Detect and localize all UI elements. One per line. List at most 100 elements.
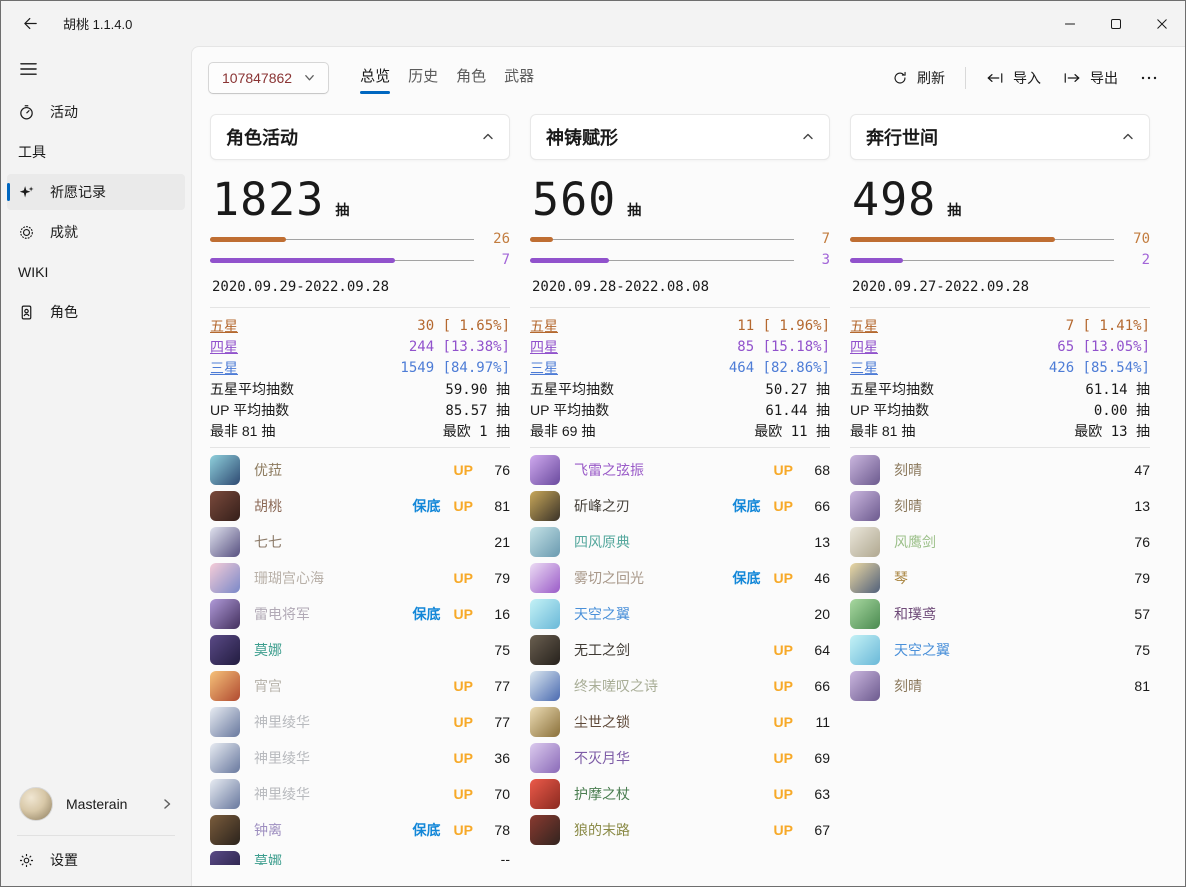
- import-button[interactable]: 导入: [975, 61, 1052, 95]
- item-avatar: [850, 671, 880, 701]
- list-item[interactable]: 神里绫华UP36: [210, 740, 510, 776]
- list-item[interactable]: 珊瑚宫心海UP79: [210, 560, 510, 596]
- list-item[interactable]: 风鹰剑76: [850, 524, 1150, 560]
- item-avatar: [850, 563, 880, 593]
- list-item[interactable]: 莫娜--: [210, 848, 510, 865]
- pulls-unit: 抽: [947, 200, 961, 220]
- list-item[interactable]: 和璞鸢57: [850, 596, 1150, 632]
- list-item[interactable]: 琴79: [850, 560, 1150, 596]
- maximize-icon: [1107, 15, 1125, 33]
- list-item[interactable]: 飞雷之弦振UP68: [530, 452, 830, 488]
- list-item[interactable]: 天空之翼75: [850, 632, 1150, 668]
- item-pull-count: 81: [486, 498, 510, 514]
- maximize-button[interactable]: [1093, 1, 1139, 46]
- star5-link[interactable]: 五星: [210, 316, 238, 336]
- star3-link[interactable]: 三星: [530, 358, 558, 378]
- list-item[interactable]: 尘世之锁UP11: [530, 704, 830, 740]
- up-badge: UP: [454, 822, 473, 838]
- close-button[interactable]: [1139, 1, 1185, 46]
- list-item[interactable]: 胡桃保底UP81: [210, 488, 510, 524]
- guarantee-badge: 保底: [733, 568, 761, 588]
- tab-characters[interactable]: 角色: [447, 57, 495, 98]
- chevron-right-icon: [161, 798, 173, 810]
- item-avatar: [530, 635, 560, 665]
- item-pull-count: 66: [806, 678, 830, 694]
- item-name: 天空之翼: [574, 604, 793, 624]
- star3-link[interactable]: 三星: [850, 358, 878, 378]
- star4-link[interactable]: 四星: [530, 337, 558, 357]
- tab-overview[interactable]: 总览: [351, 57, 399, 98]
- progress-track: [530, 260, 794, 261]
- sidebar-item-characters[interactable]: 角色: [7, 294, 185, 330]
- list-item[interactable]: 宵宫UP77: [210, 668, 510, 704]
- sidebar-item-settings[interactable]: 设置: [7, 840, 185, 880]
- pity5-progress: 26: [210, 230, 510, 248]
- item-avatar: [530, 743, 560, 773]
- list-item[interactable]: 优菈UP76: [210, 452, 510, 488]
- sidebar-item-achievements[interactable]: 成就: [7, 214, 185, 250]
- list-item[interactable]: 终末嗟叹之诗UP66: [530, 668, 830, 704]
- uid-value: 107847862: [222, 70, 292, 86]
- pity4-progress: 2: [850, 251, 1150, 269]
- star5-link[interactable]: 五星: [530, 316, 558, 336]
- list-item[interactable]: 刻晴13: [850, 488, 1150, 524]
- banner-expander-header[interactable]: 角色活动: [210, 114, 510, 160]
- list-item[interactable]: 不灭月华UP69: [530, 740, 830, 776]
- worst-pull-label: 最非 69 抽: [530, 421, 595, 441]
- hamburger-menu-button[interactable]: [9, 52, 47, 86]
- item-avatar: [530, 707, 560, 737]
- item-name: 神里绫华: [254, 712, 441, 732]
- uid-dropdown[interactable]: 107847862: [208, 62, 329, 94]
- banner-stats: 五星11 [ 1.96%] 四星85 [15.18%] 三星464 [82.86…: [530, 308, 830, 447]
- character-card-icon: [18, 304, 35, 321]
- banner-weapon-event: 神铸赋形 560 抽 7 3 2020.09.28-2022.08.08: [530, 114, 830, 886]
- up-badge: UP: [454, 498, 473, 514]
- list-item[interactable]: 刻晴47: [850, 452, 1150, 488]
- list-item[interactable]: 莫娜75: [210, 632, 510, 668]
- avg5-value: 50.27 抽: [765, 379, 830, 399]
- list-item[interactable]: 四风原典 13: [530, 524, 830, 560]
- item-name: 四风原典: [574, 532, 793, 552]
- tab-history[interactable]: 历史: [399, 57, 447, 98]
- star5-link[interactable]: 五星: [850, 316, 878, 336]
- list-item[interactable]: 狼的末路UP67: [530, 812, 830, 848]
- star4-link[interactable]: 四星: [850, 337, 878, 357]
- list-item[interactable]: 神里绫华UP77: [210, 704, 510, 740]
- star4-count: 244 [13.38%]: [409, 339, 510, 355]
- minimize-button[interactable]: [1047, 1, 1093, 46]
- item-name: 无工之剑: [574, 640, 761, 660]
- list-item[interactable]: 刻晴81: [850, 668, 1150, 704]
- avg-up-value: 0.00 抽: [1094, 400, 1150, 420]
- list-item[interactable]: 斫峰之刃保底UP66: [530, 488, 830, 524]
- list-item[interactable]: 雾切之回光保底UP46: [530, 560, 830, 596]
- back-button[interactable]: [13, 9, 47, 39]
- more-options-button[interactable]: [1129, 63, 1169, 93]
- tab-weapons[interactable]: 武器: [495, 57, 543, 98]
- item-avatar: [530, 671, 560, 701]
- banner-expander-header[interactable]: 奔行世间: [850, 114, 1150, 160]
- five-star-item-list: 优菈UP76胡桃保底UP81七七21珊瑚宫心海UP79雷电将军保底UP16莫娜7…: [210, 452, 510, 886]
- list-item[interactable]: 钟离保底UP78: [210, 812, 510, 848]
- list-item[interactable]: 天空之翼20: [530, 596, 830, 632]
- item-pull-count: 75: [1126, 642, 1150, 658]
- pity5-value: 26: [474, 231, 510, 247]
- sidebar-item-activity[interactable]: 活动: [7, 94, 185, 130]
- item-name: 风鹰剑: [894, 532, 1113, 552]
- sidebar-item-wish-log[interactable]: 祈愿记录: [7, 174, 185, 210]
- list-item[interactable]: 护摩之杖UP63: [530, 776, 830, 812]
- star4-count: 85 [15.18%]: [737, 339, 830, 355]
- list-item[interactable]: 无工之剑UP64: [530, 632, 830, 668]
- item-pull-count: 13: [806, 534, 830, 550]
- item-name: 飞雷之弦振: [574, 460, 761, 480]
- star3-link[interactable]: 三星: [210, 358, 238, 378]
- refresh-button[interactable]: 刷新: [881, 61, 956, 95]
- banner-expander-header[interactable]: 神铸赋形: [530, 114, 830, 160]
- pity5-value: 7: [794, 231, 830, 247]
- window-title: 胡桃 1.1.4.0: [63, 14, 132, 33]
- star4-link[interactable]: 四星: [210, 337, 238, 357]
- list-item[interactable]: 雷电将军保底UP16: [210, 596, 510, 632]
- export-button[interactable]: 导出: [1052, 61, 1129, 95]
- list-item[interactable]: 神里绫华UP70: [210, 776, 510, 812]
- user-account-button[interactable]: Masterain: [5, 777, 187, 831]
- list-item[interactable]: 七七21: [210, 524, 510, 560]
